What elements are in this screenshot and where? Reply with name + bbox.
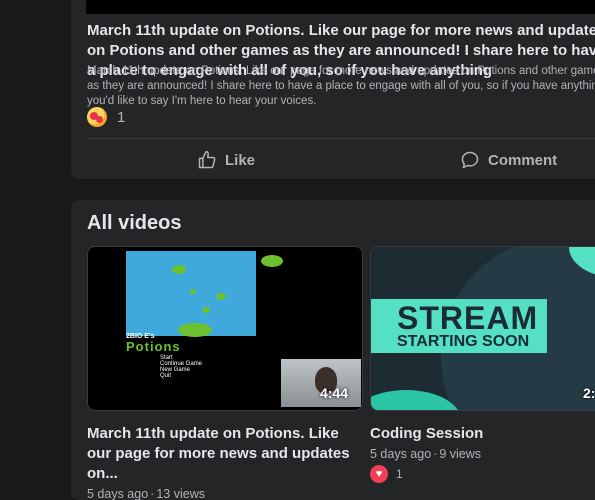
section-title[interactable]: All videos xyxy=(87,212,181,235)
game-logo: Potions xyxy=(126,339,181,354)
post-description: March 11th update on Potions. Like our p… xyxy=(87,65,595,107)
green-blob xyxy=(261,255,283,267)
care-reaction-icon xyxy=(87,107,107,127)
video-meta: 5 days ago · 9 views xyxy=(370,447,482,461)
like-label: Like xyxy=(225,151,256,169)
comment-icon xyxy=(461,151,479,169)
video-thumbnail[interactable]: 2BIO E's Potions Start Continue Game New… xyxy=(87,246,363,411)
menu-item: Quit xyxy=(160,373,172,379)
video-reactions[interactable]: ♥ 1 xyxy=(370,465,595,483)
heart-icon: ♥ xyxy=(370,465,388,483)
video-meta: 5 days ago · 13 views xyxy=(87,487,205,500)
video-card-coding-session[interactable]: STREAM STARTING SOON 2: Coding Session 5… xyxy=(370,246,595,483)
post-media[interactable] xyxy=(86,0,595,14)
video-title[interactable]: Coding Session xyxy=(370,424,595,444)
comment-label: Comment xyxy=(488,151,558,169)
stream-text: STREAM xyxy=(397,300,539,336)
like-button[interactable]: Like xyxy=(197,148,255,172)
videos-section: All videos 2BIO E's Potions Start Contin… xyxy=(71,200,595,500)
video-age: 5 days ago xyxy=(370,447,432,461)
stream-subtext: STARTING SOON xyxy=(397,333,530,350)
reaction-count: 1 xyxy=(117,108,126,126)
reaction-count: 1 xyxy=(396,467,403,481)
video-card-potions[interactable]: 2BIO E's Potions Start Continue Game New… xyxy=(87,246,363,500)
post-card: March 11th update on Potions. Like our p… xyxy=(71,0,595,179)
thumbs-up-icon xyxy=(198,150,216,169)
video-title[interactable]: March 11th update on Potions. Like our p… xyxy=(87,424,363,484)
video-duration: 2: xyxy=(583,385,595,401)
comment-button[interactable]: Comment xyxy=(460,148,557,172)
reaction-summary[interactable]: 1 xyxy=(87,106,125,128)
video-age: 5 days ago xyxy=(87,487,149,500)
video-duration: 4:44 xyxy=(319,385,348,401)
divider xyxy=(87,138,595,139)
video-views: 9 views xyxy=(439,447,482,461)
video-thumbnail[interactable]: STREAM STARTING SOON 2: xyxy=(370,246,595,411)
game-menu: Start Continue Game New Game Quit xyxy=(160,355,202,379)
game-screen xyxy=(126,251,256,337)
video-views: 13 views xyxy=(156,487,205,500)
